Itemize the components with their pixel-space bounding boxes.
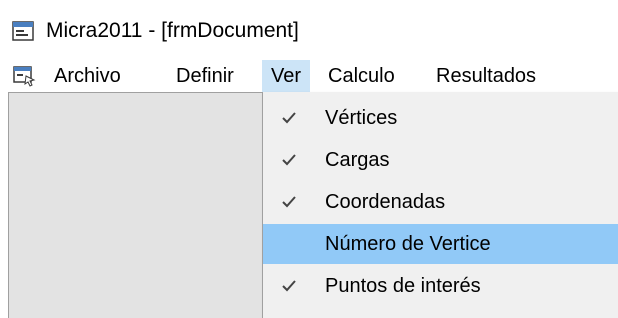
menu-calculo-label: Calculo (328, 65, 395, 87)
menu-definir-label: Definir (176, 65, 234, 87)
check-icon (282, 280, 296, 292)
ver-dropdown-menu: Vértices Cargas Coordenadas Número de Ve… (262, 92, 618, 318)
ver-item-label: Cargas (325, 149, 390, 171)
menu-ver-label: Ver (270, 65, 302, 87)
ver-item-label: Número de Vertice (325, 233, 491, 255)
menu-resultados-label: Resultados (436, 65, 537, 87)
menu-archivo-label: Archivo (54, 65, 121, 87)
ver-item-label: Coordenadas (325, 191, 446, 213)
ver-item-vertices[interactable]: Vértices (263, 98, 618, 138)
menu-ver[interactable]: Ver (262, 60, 310, 92)
document-child-icon[interactable] (12, 65, 36, 87)
menu-bar: Archivo Definir Ver Calculo Resultados (0, 60, 618, 92)
ver-item-cargas[interactable]: Cargas (263, 140, 618, 180)
menu-calculo[interactable]: Calculo (324, 60, 428, 92)
title-bar: Micra2011 - [frmDocument] (0, 0, 618, 60)
ver-item-label: Puntos de interés (325, 275, 481, 297)
ver-item-label: Vértices (325, 107, 398, 129)
window-title: Micra2011 - [frmDocument] (46, 19, 299, 42)
check-icon (282, 196, 296, 208)
check-icon (282, 154, 296, 166)
form-window-icon (12, 21, 34, 41)
ver-item-numero-de-vertice[interactable]: Número de Vertice (263, 224, 618, 264)
menu-resultados[interactable]: Resultados (432, 60, 566, 92)
ver-item-puntos-de-interes[interactable]: Puntos de interés (263, 266, 618, 306)
menu-definir[interactable]: Definir (172, 60, 260, 92)
menu-archivo[interactable]: Archivo (46, 60, 160, 92)
ver-item-coordenadas[interactable]: Coordenadas (263, 182, 618, 222)
check-icon (282, 112, 296, 124)
